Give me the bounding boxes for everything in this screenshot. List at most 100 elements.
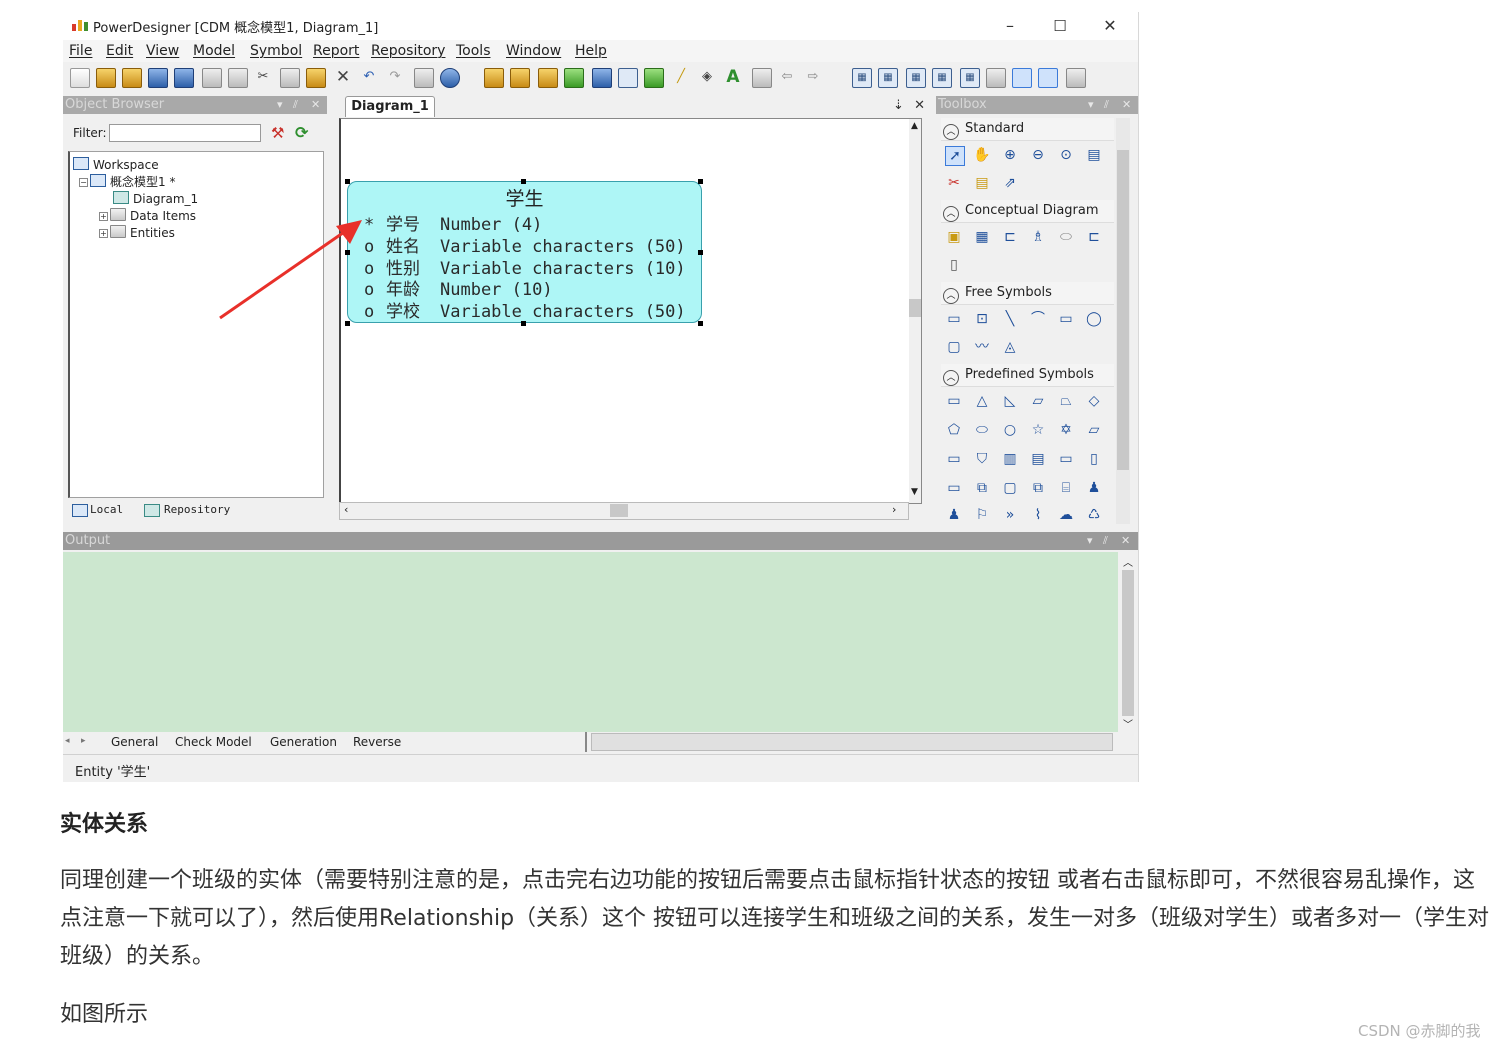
relationship-tool-icon[interactable]: ⊏ — [1001, 228, 1019, 246]
reverse-engineer-icon[interactable] — [510, 68, 530, 88]
tab-splitter[interactable] — [585, 732, 587, 752]
menu-report[interactable]: Report — [313, 43, 359, 59]
scroll-down-icon[interactable]: ▼ — [911, 487, 918, 497]
view-entity-icon[interactable]: ▦ — [852, 68, 872, 88]
scroll-right-icon[interactable]: › — [892, 503, 896, 516]
folder-symbol-icon[interactable]: ▭ — [945, 450, 963, 468]
tab-check-model[interactable]: Check Model — [175, 735, 252, 749]
save-all-icon[interactable] — [174, 68, 194, 88]
link-tool-icon[interactable]: ▤ — [973, 174, 991, 192]
menu-repository[interactable]: Repository — [371, 43, 445, 59]
scroll-down-icon[interactable]: ﹀ — [1123, 716, 1133, 731]
check-model-icon[interactable] — [440, 68, 460, 88]
menu-help[interactable]: Help — [575, 43, 607, 59]
polyline-tool-icon[interactable]: 〰 — [973, 338, 991, 356]
properties-tool-icon[interactable]: ▤ — [1085, 146, 1103, 164]
print-preview-icon[interactable] — [202, 68, 222, 88]
open-icon[interactable] — [122, 68, 142, 88]
table-symbol-icon[interactable]: ▤ — [1029, 450, 1047, 468]
entity-student[interactable]: 学生 * 学号 Number (4) o 姓名 Variable characters … — [347, 181, 702, 323]
tree-item-data-items[interactable]: + Data Items — [99, 208, 196, 223]
wave-symbol-icon[interactable]: ⌇ — [1029, 506, 1047, 524]
menu-edit[interactable]: Edit — [106, 43, 133, 59]
delete-tool-icon[interactable]: ✂ — [945, 174, 963, 192]
panel-close-icon[interactable]: ✕ — [311, 96, 320, 114]
grabber-tool-icon[interactable]: ✋ — [973, 146, 991, 164]
ellipse-tool-icon[interactable]: ◯ — [1085, 310, 1103, 328]
panel-menu-icon[interactable]: ▾ — [1087, 532, 1093, 550]
pentagon-symbol-icon[interactable]: ⬠ — [945, 421, 963, 439]
selection-handle[interactable] — [521, 179, 526, 184]
format-icon[interactable] — [752, 68, 772, 88]
find-icon[interactable] — [538, 68, 558, 88]
cloud-symbol-icon[interactable]: ☁ — [1057, 506, 1075, 524]
entity-tool-icon[interactable]: ▦ — [973, 228, 991, 246]
tab-scroll-left-icon[interactable]: ◂ — [65, 736, 70, 746]
scroll-thumb[interactable] — [909, 299, 921, 317]
generate-icon[interactable] — [484, 68, 504, 88]
zoom-out-tool-icon[interactable]: ⊖ — [1029, 146, 1047, 164]
maximize-button[interactable]: ☐ — [1038, 14, 1082, 38]
selection-handle[interactable] — [698, 250, 703, 255]
output-toggle-icon[interactable] — [1038, 68, 1058, 88]
menu-model[interactable]: Model — [193, 43, 235, 59]
selection-handle[interactable] — [698, 179, 703, 184]
tab-symbol-icon[interactable]: ▭ — [1057, 450, 1075, 468]
panel-close-icon[interactable]: ✕ — [1122, 96, 1131, 114]
menu-symbol[interactable]: Symbol — [250, 43, 302, 59]
align-right-icon[interactable]: ⇨ — [804, 68, 822, 86]
polygon-tool-icon[interactable]: ◬ — [1001, 338, 1019, 356]
new-icon[interactable] — [70, 68, 90, 88]
tab-generation[interactable]: Generation — [270, 735, 337, 749]
diamond-symbol-icon[interactable]: ◇ — [1085, 392, 1103, 410]
inheritance-tool-icon[interactable]: ♗ — [1029, 228, 1047, 246]
pin-icon[interactable]: ⫽ — [1104, 96, 1109, 114]
menu-file[interactable]: File — [69, 43, 92, 59]
scroll-thumb[interactable] — [1122, 570, 1134, 716]
refresh-icon[interactable]: ⟳ — [295, 123, 308, 142]
diagram-vertical-scrollbar[interactable]: ▲ ▼ — [909, 119, 921, 503]
line-tool-icon[interactable]: ╲ — [1001, 310, 1019, 328]
panel-menu-icon[interactable]: ▾ — [277, 96, 283, 114]
toolbox-section-standard[interactable]: ︿ Standard — [941, 118, 1114, 141]
parallelogram-symbol-icon[interactable]: ▱ — [1029, 392, 1047, 410]
rectangle-tool-icon[interactable]: ▭ — [1057, 310, 1075, 328]
output-text-area[interactable] — [63, 552, 1118, 732]
note-tool-icon[interactable]: ▭ — [945, 310, 963, 328]
toolbox-toggle-icon[interactable] — [1066, 68, 1086, 88]
expand-icon[interactable]: + — [99, 229, 108, 238]
traceability-tool-icon[interactable]: ⇗ — [1001, 174, 1019, 192]
properties-icon[interactable] — [414, 68, 434, 88]
tree-item-diagram[interactable]: Diagram_1 — [113, 191, 198, 206]
paste-icon[interactable] — [306, 68, 326, 88]
toolbox-section-conceptual-diagram[interactable]: ︿ Conceptual Diagram — [941, 200, 1114, 223]
banner-symbol-icon[interactable]: ▭ — [945, 479, 963, 497]
menu-window[interactable]: Window — [506, 43, 561, 59]
compare-icon[interactable] — [564, 68, 584, 88]
line-style-icon[interactable]: ╱ — [672, 68, 690, 86]
tab-diagram[interactable]: Diagram_1 — [345, 96, 435, 117]
print-icon[interactable] — [228, 68, 248, 88]
tree-item-model[interactable]: − 概念模型1 * — [79, 173, 175, 190]
open-package-tool-icon[interactable]: ⊙ — [1057, 146, 1075, 164]
view-association-icon[interactable]: ▦ — [932, 68, 952, 88]
burst-symbol-icon[interactable]: ✡ — [1057, 421, 1075, 439]
toolbox-section-predefined-symbols[interactable]: ︿ Predefined Symbols — [941, 364, 1114, 387]
cylinder-symbol-icon[interactable]: ⌸ — [1057, 479, 1075, 497]
tab-reverse[interactable]: Reverse — [353, 735, 401, 749]
shield-symbol-icon[interactable]: ⛉ — [973, 450, 991, 468]
rounded-rectangle-tool-icon[interactable]: ▢ — [945, 338, 963, 356]
diagram-close-icon[interactable]: ✕ — [914, 98, 925, 113]
zoom-in-tool-icon[interactable]: ⊕ — [1001, 146, 1019, 164]
file-tool-icon[interactable]: ▯ — [945, 256, 963, 274]
output-scrollbar[interactable]: ︿ ﹀ — [1118, 552, 1138, 732]
tree-item-entities[interactable]: + Entities — [99, 225, 175, 240]
layout-icon[interactable] — [644, 68, 664, 88]
toolbox-scrollbar[interactable] — [1116, 118, 1130, 524]
tab-local[interactable]: Local — [70, 500, 123, 520]
scroll-up-icon[interactable]: ︿ — [1123, 554, 1133, 569]
collapse-icon[interactable]: − — [79, 178, 88, 187]
expand-icon[interactable]: + — [99, 212, 108, 221]
attribute-row[interactable]: o 学校 Variable characters (50) — [364, 297, 686, 322]
oval-symbol-icon[interactable]: ⬭ — [973, 421, 991, 439]
